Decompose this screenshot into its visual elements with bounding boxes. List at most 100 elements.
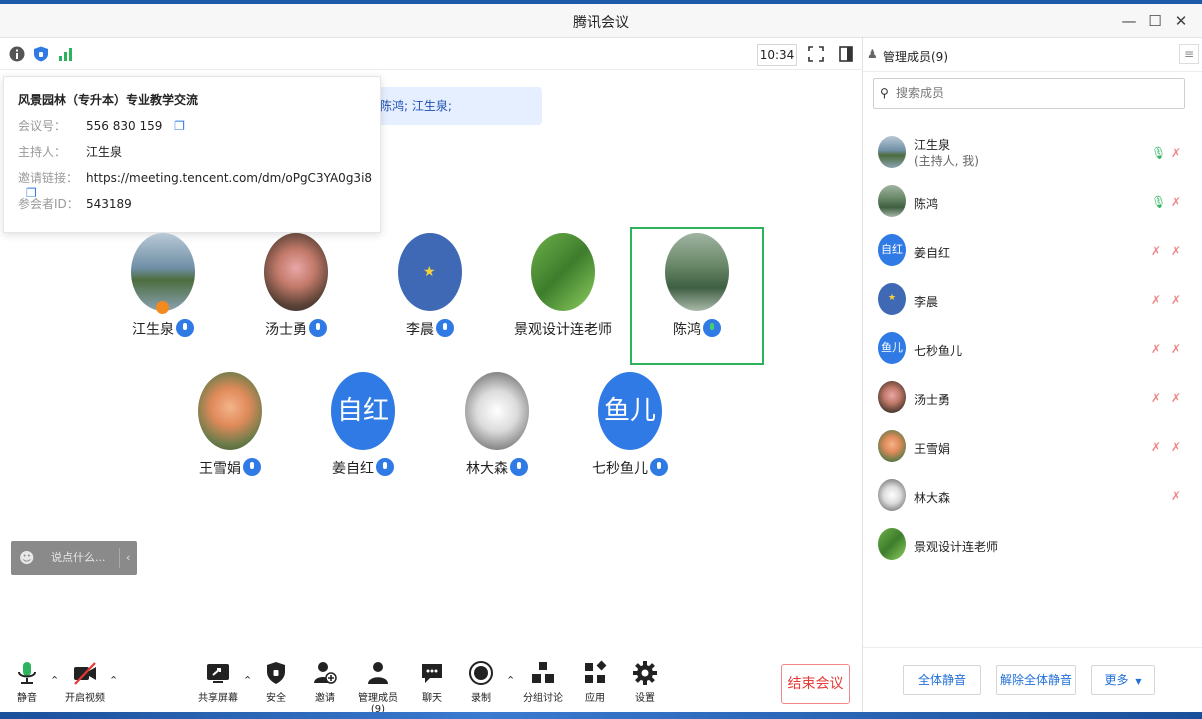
avatar xyxy=(878,185,906,217)
search-icon: ⚲ xyxy=(880,86,889,100)
chevron-up-icon[interactable]: ⌃ xyxy=(109,674,118,687)
mic-off-icon[interactable]: ✗ xyxy=(1151,293,1165,307)
mic-off-icon[interactable]: ✗ xyxy=(1151,440,1165,454)
mic-off-icon[interactable]: ✗ xyxy=(1171,489,1185,503)
avatar xyxy=(131,233,195,311)
info-icon[interactable] xyxy=(9,46,25,62)
member-row[interactable]: 鱼儿 七秒鱼儿 ✗ ✗ xyxy=(863,324,1202,368)
chat-label: 聊天 xyxy=(422,693,442,704)
close-icon[interactable]: ✕ xyxy=(1170,10,1192,32)
chat-placeholder: 说点什么... xyxy=(51,551,106,564)
emoji-icon[interactable]: ☻ xyxy=(19,541,35,575)
participant-tile[interactable]: 林大森 xyxy=(432,364,562,498)
record-button[interactable]: 录制 xyxy=(467,660,495,704)
video-off-icon[interactable]: ✗ xyxy=(1171,391,1185,405)
member-row[interactable]: 陈鸿 🎙 ✗ xyxy=(863,177,1202,221)
participant-tile[interactable]: 王雪娟 xyxy=(165,364,295,498)
members-panel-header: ♟ 管理成员(9) ≡ xyxy=(863,38,1202,72)
participant-name: 姜自红 xyxy=(332,461,374,477)
copy-icon[interactable]: ❐ xyxy=(174,119,185,133)
participant-tile[interactable]: 鱼儿 七秒鱼儿 xyxy=(565,364,695,498)
minimize-icon[interactable]: — xyxy=(1118,10,1140,32)
breakout-icon xyxy=(532,662,554,683)
mic-on-icon[interactable]: 🎙 xyxy=(1151,146,1166,160)
chevron-up-icon[interactable]: ⌃ xyxy=(506,674,515,687)
layout-icon[interactable] xyxy=(838,46,854,62)
member-role: (主持人, 我) xyxy=(914,154,979,168)
security-button[interactable]: 安全 xyxy=(262,660,290,704)
meeting-id-label: 会议号： xyxy=(18,119,67,133)
member-row[interactable]: 江生泉 (主持人, 我) 🎙 ✗ xyxy=(863,128,1202,172)
apps-icon xyxy=(585,660,607,683)
chevron-up-icon[interactable]: ⌃ xyxy=(243,674,252,687)
member-row[interactable]: 自红 姜自红 ✗ ✗ xyxy=(863,226,1202,270)
gear-icon xyxy=(633,661,657,685)
mic-off-icon[interactable]: ✗ xyxy=(1151,342,1165,356)
avatar: 鱼儿 xyxy=(598,372,662,450)
mic-icon xyxy=(309,319,327,337)
apps-label: 应用 xyxy=(585,693,605,704)
invite-link-value[interactable]: https://meeting.tencent.com/dm/oPgC3YA0g… xyxy=(86,171,372,185)
mic-on-icon[interactable]: 🎙 xyxy=(1151,195,1166,209)
video-off-icon[interactable]: ✗ xyxy=(1171,195,1185,209)
chat-input-box[interactable]: ☻ 说点什么... ‹ xyxy=(11,541,137,575)
video-off-icon[interactable]: ✗ xyxy=(1171,293,1185,307)
apps-button[interactable]: 应用 xyxy=(581,660,609,704)
mute-button[interactable]: 静音 xyxy=(12,660,42,704)
member-search-input[interactable]: ⚲ 搜索成员 xyxy=(873,78,1185,109)
share-screen-button[interactable]: 共享屏幕 xyxy=(197,660,239,704)
avatar xyxy=(878,528,906,560)
participant-name: 景观设计连老师 xyxy=(514,322,612,338)
start-video-button[interactable]: 开启视频 xyxy=(62,660,108,704)
collapse-chat-icon[interactable]: ‹ xyxy=(119,548,130,568)
meeting-id-value: 556 830 159 xyxy=(86,119,163,133)
maximize-icon[interactable]: ☐ xyxy=(1144,10,1166,32)
participant-id-value: 543189 xyxy=(86,197,132,211)
avatar: ★ xyxy=(878,283,906,315)
host-label: 主持人： xyxy=(18,145,67,159)
fullscreen-icon[interactable] xyxy=(808,46,824,62)
avatar: 自红 xyxy=(878,234,906,266)
invite-link-label: 邀请链接： xyxy=(18,171,79,185)
participant-tile[interactable]: 江生泉 xyxy=(98,225,228,359)
shield-icon[interactable] xyxy=(33,46,49,62)
end-meeting-button[interactable]: 结束会议 xyxy=(781,664,850,704)
participant-tile[interactable]: 景观设计连老师 xyxy=(498,225,628,359)
avatar xyxy=(264,233,328,311)
meeting-topic: 风景园林（专升本）专业教学交流 xyxy=(18,93,199,107)
video-off-icon[interactable]: ✗ xyxy=(1171,146,1185,160)
member-row[interactable]: ★ 李晨 ✗ ✗ xyxy=(863,275,1202,319)
member-name: 江生泉 xyxy=(914,138,951,152)
member-name: 七秒鱼儿 xyxy=(914,344,963,358)
video-off-icon[interactable]: ✗ xyxy=(1171,440,1185,454)
member-row[interactable]: 景观设计连老师 xyxy=(863,520,1202,564)
participant-tile[interactable]: ★ 李晨 xyxy=(365,225,495,359)
breakout-button[interactable]: 分组讨论 xyxy=(522,660,564,704)
avatar xyxy=(878,381,906,413)
avatar xyxy=(878,136,906,168)
members-panel-title: 管理成员(9) xyxy=(883,50,948,64)
mute-all-button[interactable]: 全体静音 xyxy=(903,665,981,695)
manage-members-button[interactable]: 管理成员(9) xyxy=(352,660,404,715)
add-user-icon xyxy=(314,662,337,684)
unmute-all-button[interactable]: 解除全体静音 xyxy=(996,665,1076,695)
participant-tile[interactable]: 自红 姜自红 xyxy=(298,364,428,498)
panel-menu-icon[interactable]: ≡ xyxy=(1179,44,1199,64)
member-row[interactable]: 王雪娟 ✗ ✗ xyxy=(863,422,1202,466)
mic-off-icon[interactable]: ✗ xyxy=(1151,391,1165,405)
mic-off-icon[interactable]: ✗ xyxy=(1151,244,1165,258)
more-button[interactable]: 更多 ▼ xyxy=(1091,665,1155,695)
member-row[interactable]: 林大森 ✗ xyxy=(863,471,1202,515)
member-row[interactable]: 汤士勇 ✗ ✗ xyxy=(863,373,1202,417)
invite-button[interactable]: 邀请 xyxy=(311,660,339,704)
video-off-icon[interactable]: ✗ xyxy=(1171,342,1185,356)
participant-tile[interactable]: 汤士勇 xyxy=(231,225,361,359)
member-name: 王雪娟 xyxy=(914,442,951,456)
meeting-window: 腾讯会议 — ☐ ✕ 10:34 陈鸿; 江生泉; 风景园林（专升本）专业教学交… xyxy=(0,4,1202,715)
members-panel-footer: 全体静音 解除全体静音 更多 ▼ xyxy=(863,647,1202,712)
settings-button[interactable]: 设置 xyxy=(631,660,659,704)
chat-button[interactable]: 聊天 xyxy=(419,660,445,704)
participant-name: 七秒鱼儿 xyxy=(592,461,648,477)
chevron-up-icon[interactable]: ⌃ xyxy=(50,674,59,687)
video-off-icon[interactable]: ✗ xyxy=(1171,244,1185,258)
